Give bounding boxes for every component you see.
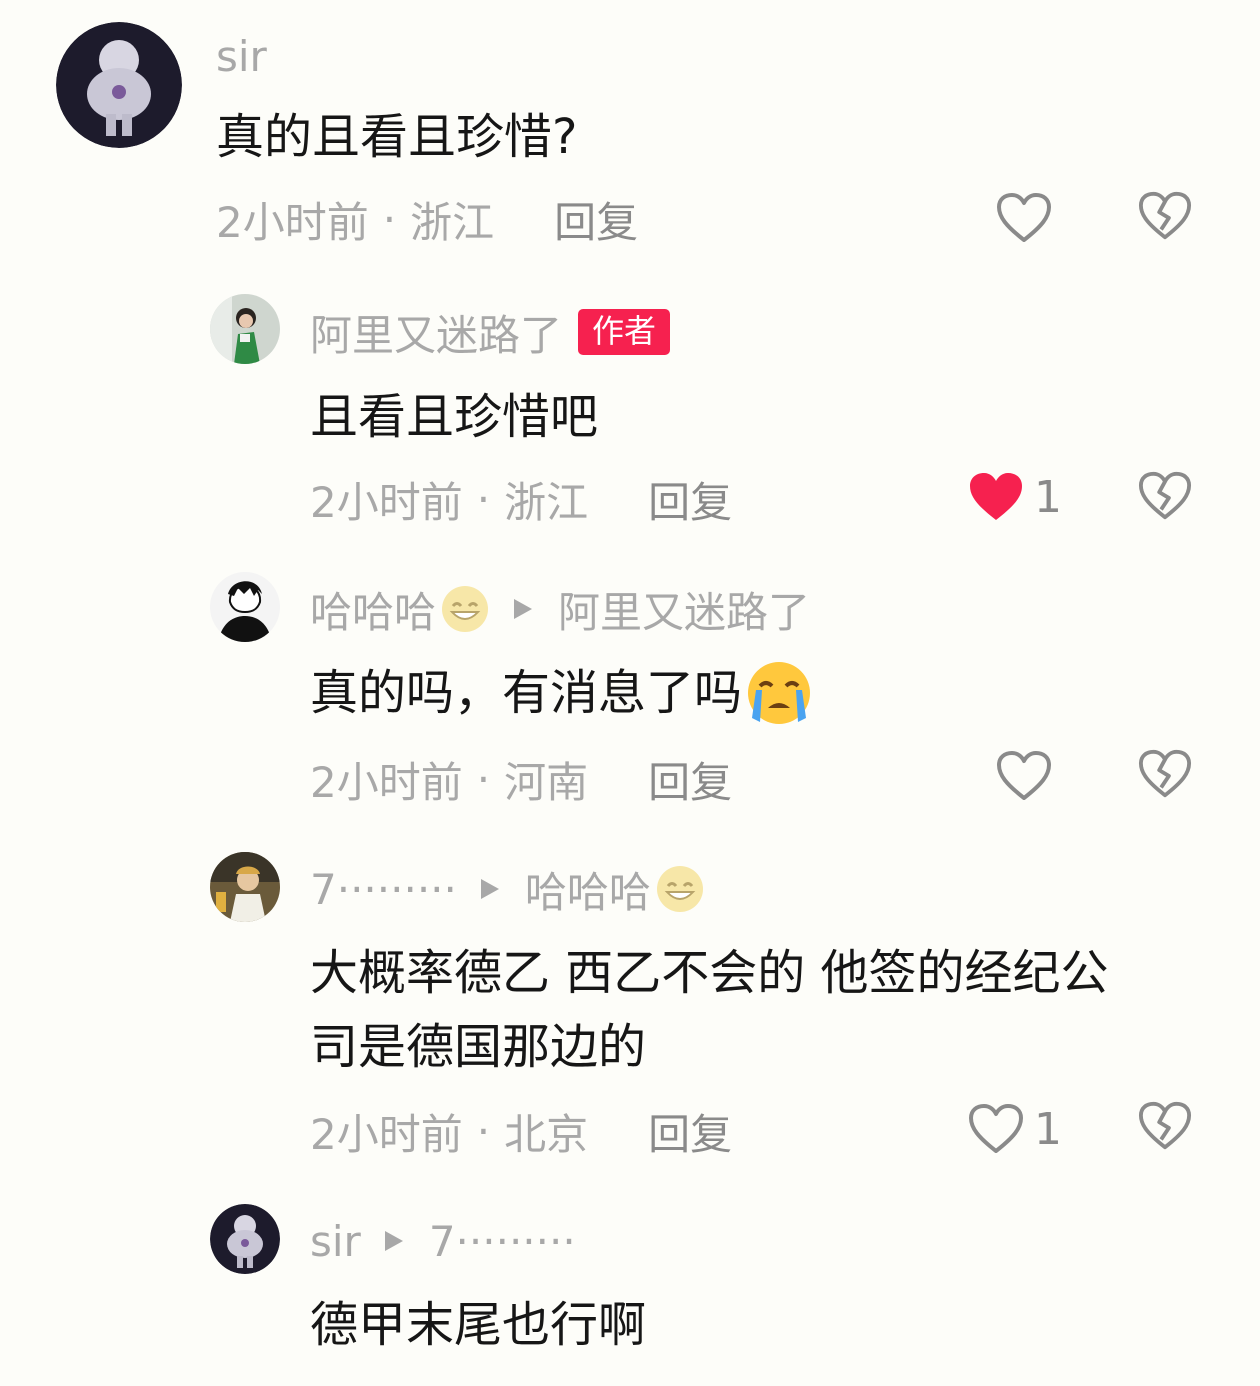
triangle-right-icon xyxy=(384,1231,403,1251)
avatar[interactable] xyxy=(210,294,280,364)
comment-text: 真的且看且珍惜? xyxy=(216,109,578,165)
avatar[interactable] xyxy=(210,1204,280,1274)
triangle-right-icon xyxy=(514,599,533,619)
username[interactable]: 哈哈哈 xyxy=(310,579,436,640)
location-label: 浙江 xyxy=(504,477,589,527)
comment-text: 且看且珍惜吧 xyxy=(310,389,599,445)
meta-separator: · xyxy=(476,754,491,804)
username[interactable]: 阿里又迷路了 xyxy=(310,302,562,363)
time-label: 2小时前 xyxy=(310,1109,463,1159)
dislike-button[interactable] xyxy=(1138,1100,1192,1152)
username-row: 7········· 哈哈哈 xyxy=(310,860,705,918)
comment-text-line: 司是德国那边的 xyxy=(310,1019,647,1075)
author-badge: 作者 xyxy=(578,309,671,355)
comment-text-line: 大概率德乙 西乙不会的 他签的经纪公 xyxy=(310,945,1109,1001)
dislike-button[interactable] xyxy=(1138,748,1192,800)
grinning-emoji xyxy=(440,584,490,634)
time-label: 2小时前 xyxy=(216,197,369,247)
username-row: 哈哈哈 阿里又迷路了 xyxy=(310,580,810,638)
triangle-right-icon xyxy=(480,879,499,899)
broken-heart-icon xyxy=(1138,749,1192,798)
crying-emoji xyxy=(746,660,812,726)
like-button[interactable] xyxy=(996,748,1052,804)
comment-meta: 2小时前 · 河南 回复 xyxy=(310,750,732,808)
broken-heart-icon xyxy=(1138,191,1192,240)
username-row: sir xyxy=(216,30,267,82)
heart-outline-icon xyxy=(997,193,1051,242)
avatar[interactable] xyxy=(210,572,280,642)
reply-button[interactable]: 回复 xyxy=(648,1101,732,1162)
username-row: 阿里又迷路了 作者 xyxy=(310,302,671,363)
reply-button[interactable]: 回复 xyxy=(648,749,732,810)
username[interactable]: 7········· xyxy=(310,865,457,914)
location-label: 河南 xyxy=(504,757,589,807)
username[interactable]: sir xyxy=(216,32,267,81)
time-label: 2小时前 xyxy=(310,477,463,527)
dislike-button[interactable] xyxy=(1138,470,1192,522)
heart-filled-icon xyxy=(970,473,1022,520)
broken-heart-icon xyxy=(1138,1101,1192,1150)
reply-button[interactable]: 回复 xyxy=(554,189,638,250)
meta-separator: · xyxy=(476,1106,491,1156)
reply-to-username[interactable]: 7········· xyxy=(429,1217,576,1266)
like-count: 1 xyxy=(1034,471,1062,523)
comment-meta: 2小时前 · 北京 回复 xyxy=(310,1102,732,1160)
location-label: 浙江 xyxy=(410,197,495,247)
comment-text: 大概率德乙 西乙不会的 他签的经纪公 司是德国那边的 xyxy=(310,936,1109,1084)
reply-to-username[interactable]: 哈哈哈 xyxy=(525,859,651,920)
comment-text-content: 真的吗，有消息了吗 xyxy=(310,665,743,721)
avatar[interactable] xyxy=(210,852,280,922)
dislike-button[interactable] xyxy=(1138,190,1192,242)
like-button[interactable]: 1 xyxy=(968,1100,1062,1158)
comment-meta: 2小时前 · 浙江 回复 xyxy=(310,470,732,528)
reply-button[interactable]: 回复 xyxy=(648,469,732,530)
heart-outline-icon xyxy=(969,1104,1023,1153)
heart-outline-icon xyxy=(997,751,1051,800)
meta-separator: · xyxy=(382,194,397,244)
reply-to-username[interactable]: 阿里又迷路了 xyxy=(558,579,810,640)
comment-text: 德甲末尾也行啊 xyxy=(310,1297,647,1353)
username[interactable]: sir xyxy=(310,1217,361,1266)
comment-text: 真的吗，有消息了吗 xyxy=(310,656,812,730)
location-label: 北京 xyxy=(504,1109,589,1159)
avatar[interactable] xyxy=(56,22,182,148)
broken-heart-icon xyxy=(1138,471,1192,520)
time-label: 2小时前 xyxy=(310,757,463,807)
like-button[interactable]: 1 xyxy=(968,468,1062,526)
comment-meta: 2小时前 · 浙江 回复 xyxy=(216,190,638,248)
meta-separator: · xyxy=(476,474,491,524)
username-row: sir 7········· xyxy=(310,1212,576,1270)
grinning-emoji xyxy=(655,864,705,914)
like-button[interactable] xyxy=(996,190,1052,246)
like-count: 1 xyxy=(1034,1103,1062,1155)
